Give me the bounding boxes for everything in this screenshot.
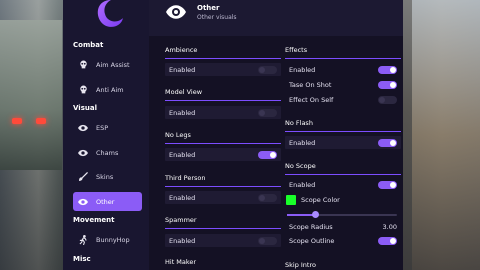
scope-outline-row[interactable]: Scope Outline [285, 234, 401, 247]
row-label: Scope Radius [289, 222, 333, 231]
background-light [36, 118, 46, 124]
no-flash-enabled-toggle[interactable] [378, 139, 397, 147]
row-label: Enabled [169, 150, 196, 159]
row-label: Enabled [289, 65, 316, 74]
row-label: Effect On Self [289, 95, 334, 104]
card-title-model-view: Model View [165, 88, 203, 96]
tase-on-shot-row[interactable]: Tase On Shot [285, 78, 401, 91]
row-label: Tase On Shot [289, 80, 332, 89]
row-label: Enabled [289, 180, 316, 189]
tase-on-shot-toggle[interactable] [378, 81, 397, 89]
divider [285, 58, 401, 59]
sidebar-item-anti-aim[interactable]: Anti Aim [73, 80, 142, 99]
scope-radius-row: Scope Radius 3.00 [285, 220, 401, 233]
scope-radius-slider[interactable] [287, 211, 397, 218]
sidebar-item-label: Anti Aim [96, 85, 124, 94]
divider [165, 58, 281, 59]
skull-icon [78, 85, 88, 95]
sidebar-item-label: BunnyHop [96, 235, 130, 244]
scope-outline-toggle[interactable] [378, 237, 397, 245]
section-title-misc: Misc [73, 255, 91, 263]
model-view-enabled-row[interactable]: Enabled [165, 106, 281, 119]
sidebar-item-chams[interactable]: Chams [73, 143, 142, 162]
sidebar-item-label: Other [96, 197, 115, 206]
sidebar-item-esp[interactable]: ESP [73, 118, 142, 137]
divider [285, 174, 401, 175]
sidebar-item-other[interactable]: Other [73, 192, 142, 211]
divider [165, 143, 281, 144]
ambience-enabled-toggle[interactable] [258, 66, 277, 74]
row-label: Enabled [289, 138, 316, 147]
card-title-hit-maker: Hit Maker [165, 258, 197, 266]
ambience-enabled-row[interactable]: Enabled [165, 63, 281, 76]
page-title: Other [197, 4, 220, 12]
skull-icon [78, 60, 88, 70]
sidebar-item-label: Skins [96, 172, 114, 181]
card-title-skip-intro: Skip Intro [285, 261, 316, 269]
no-flash-enabled-row[interactable]: Enabled [285, 136, 401, 149]
third-person-enabled-toggle[interactable] [258, 194, 277, 202]
content-area: Ambience Enabled Model View Enabled No L… [149, 36, 403, 270]
eye-icon [78, 197, 88, 207]
section-title-visual: Visual [73, 104, 97, 112]
no-legs-enabled-row[interactable]: Enabled [165, 148, 281, 161]
sidebar-item-bunnyhop[interactable]: BunnyHop [73, 230, 142, 249]
sidebar-item-label: Chams [96, 148, 119, 157]
divider [285, 131, 401, 132]
divider [165, 100, 281, 101]
scope-color-row[interactable]: Scope Color [286, 194, 340, 206]
card-title-ambience: Ambience [165, 46, 198, 54]
card-title-effects: Effects [285, 46, 308, 54]
brush-icon [78, 172, 88, 182]
row-label: Enabled [169, 193, 196, 202]
row-label: Enabled [169, 236, 196, 245]
scope-radius-value: 3.00 [382, 223, 397, 231]
effects-enabled-toggle[interactable] [378, 66, 397, 74]
slider-handle[interactable] [311, 211, 319, 218]
row-label: Scope Outline [289, 236, 335, 245]
effect-on-self-toggle[interactable] [378, 96, 397, 104]
card-title-no-scope: No Scope [285, 162, 316, 170]
effect-on-self-row[interactable]: Effect On Self [285, 93, 401, 106]
slider-fill [287, 214, 315, 216]
runner-icon [78, 234, 88, 245]
card-title-no-legs: No Legs [165, 131, 191, 139]
background-train [0, 20, 62, 170]
sidebar-item-label: Aim Assist [96, 60, 130, 69]
menu-window: Combat Aim Assist Anti Aim Visual ESP Ch… [63, 0, 403, 270]
card-title-spammer: Spammer [165, 216, 197, 224]
section-title-combat: Combat [73, 41, 104, 49]
logo-icon [97, 0, 123, 27]
effects-enabled-row[interactable]: Enabled [285, 63, 401, 76]
row-label: Enabled [169, 108, 196, 117]
page-subtitle: Other visuals [197, 14, 237, 21]
page-header: Other Other visuals [149, 0, 403, 36]
sidebar-item-aim-assist[interactable]: Aim Assist [73, 55, 142, 74]
eye-icon [78, 148, 88, 158]
divider [165, 228, 281, 229]
sidebar-item-label: ESP [96, 123, 109, 132]
spammer-enabled-toggle[interactable] [258, 237, 277, 245]
third-person-enabled-row[interactable]: Enabled [165, 191, 281, 204]
eye-icon [78, 123, 88, 133]
row-label: Scope Color [301, 196, 340, 204]
divider [165, 186, 281, 187]
eye-icon [165, 2, 187, 22]
card-title-no-flash: No Flash [285, 119, 313, 127]
no-legs-enabled-toggle[interactable] [258, 151, 277, 159]
no-scope-enabled-toggle[interactable] [378, 181, 397, 189]
card-title-third-person: Third Person [165, 174, 206, 182]
sidebar-item-skins[interactable]: Skins [73, 167, 142, 186]
row-label: Enabled [169, 65, 196, 74]
scope-color-swatch[interactable] [286, 195, 296, 205]
sidebar: Combat Aim Assist Anti Aim Visual ESP Ch… [63, 0, 149, 270]
model-view-enabled-toggle[interactable] [258, 109, 277, 117]
background-tower [412, 0, 480, 270]
no-scope-enabled-row[interactable]: Enabled [285, 178, 401, 191]
spammer-enabled-row[interactable]: Enabled [165, 234, 281, 247]
background-light [12, 118, 22, 124]
section-title-movement: Movement [73, 216, 115, 224]
